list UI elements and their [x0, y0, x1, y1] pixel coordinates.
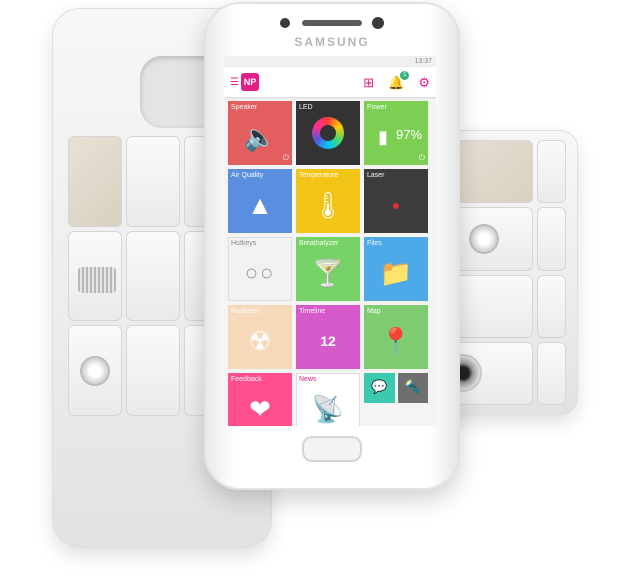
- gear-icon[interactable]: ⚙: [418, 76, 430, 89]
- product-photo: SAMSUNG 13:37 ☰ NP ⊞ 🔔 1 ⚙ Speaker 🔈 ⏻ L…: [0, 0, 617, 578]
- plus-square-icon[interactable]: ⊞: [363, 76, 374, 89]
- tile-map[interactable]: Map 📍: [364, 305, 428, 369]
- power-icon[interactable]: ⏻: [283, 153, 289, 163]
- app-bar: ☰ NP ⊞ 🔔 1 ⚙: [224, 67, 436, 97]
- tile-files[interactable]: Files 📁: [364, 237, 428, 301]
- tile-label: Laser: [367, 172, 385, 179]
- tile-breathalyzer[interactable]: Breathalyzer 🍸: [296, 237, 360, 301]
- heart-icon: ❤: [249, 394, 271, 424]
- tile-feedback[interactable]: Feedback ❤: [228, 373, 292, 426]
- calendar-icon: 12: [296, 323, 360, 359]
- home-button[interactable]: [302, 436, 362, 462]
- hamburger-icon[interactable]: ☰: [230, 77, 239, 88]
- power-icon[interactable]: ⏻: [419, 153, 425, 163]
- flashlight-icon: 🔦: [404, 379, 421, 394]
- calendar-day: 12: [320, 333, 336, 349]
- app-logo[interactable]: NP: [240, 73, 259, 91]
- speaker-grille-icon: [471, 225, 498, 252]
- module-slot: [536, 207, 566, 271]
- tile-temperature[interactable]: Temperature 🌡: [296, 169, 360, 233]
- tile-label: Timeline: [299, 308, 326, 315]
- tile-speaker[interactable]: Speaker 🔈 ⏻: [228, 101, 292, 165]
- radiation-icon: ☢: [248, 326, 272, 356]
- tile-label: Radiation: [231, 308, 261, 315]
- module-fingerprint: [68, 136, 122, 227]
- module-slot: [126, 136, 180, 227]
- module-slot: [126, 325, 180, 416]
- tile-led[interactable]: LED: [296, 101, 360, 165]
- module-slot: [536, 274, 566, 338]
- pyramid-icon: ▲: [247, 190, 273, 220]
- sensor-icon: [280, 18, 290, 28]
- battery-value: 97%: [395, 127, 422, 142]
- module-slot: [536, 140, 566, 204]
- antenna-icon: 📡: [311, 394, 345, 424]
- tile-label: News: [299, 376, 317, 383]
- tile-radiation[interactable]: Radiation ☢: [228, 305, 292, 369]
- notification-badge: 1: [400, 70, 410, 80]
- earpiece: [302, 20, 362, 26]
- tile-air-quality[interactable]: Air Quality ▲: [228, 169, 292, 233]
- tile-grid: Speaker 🔈 ⏻ LED Power ▮ 97% ⏻ Air Qualit…: [224, 97, 436, 426]
- module-slot: [536, 341, 566, 405]
- tile-news[interactable]: News 📡: [296, 373, 360, 426]
- tile-power[interactable]: Power ▮ 97% ⏻: [364, 101, 428, 165]
- front-camera-icon: [372, 17, 384, 29]
- module-speaker: [68, 325, 122, 416]
- color-wheel-icon: [312, 117, 344, 149]
- cocktail-icon: 🍸: [311, 258, 345, 288]
- speaker-grille-icon: [82, 357, 108, 384]
- laser-dot-icon: ●: [391, 197, 401, 213]
- bell-icon[interactable]: 🔔 1: [388, 70, 410, 89]
- tile-label: Feedback: [231, 376, 262, 383]
- status-time: 13:37: [414, 58, 432, 65]
- tile-label: Map: [367, 308, 381, 315]
- app-screen: 13:37 ☰ NP ⊞ 🔔 1 ⚙ Speaker 🔈 ⏻ LED Power…: [224, 56, 436, 426]
- tile-timeline[interactable]: Timeline 12: [296, 305, 360, 369]
- speaker-icon: 🔈: [243, 122, 277, 152]
- tile-label: Breathalyzer: [299, 240, 339, 247]
- tile-laser[interactable]: Laser ●: [364, 169, 428, 233]
- tile-hotkeys[interactable]: Hotkeys ○○: [228, 237, 292, 301]
- tile-label: Air Quality: [231, 172, 264, 179]
- map-pin-icon: 📍: [379, 326, 413, 356]
- tile-label: Speaker: [231, 104, 258, 111]
- tile-label: Hotkeys: [231, 240, 257, 247]
- tile-label: LED: [299, 104, 313, 111]
- status-bar: 13:37: [224, 56, 436, 67]
- tile-label: Power: [367, 104, 387, 111]
- mini-tile-row: 💬 🔦: [364, 373, 428, 426]
- phone: SAMSUNG 13:37 ☰ NP ⊞ 🔔 1 ⚙ Speaker 🔈 ⏻ L…: [204, 2, 460, 490]
- module-laser: [68, 230, 122, 322]
- brand-label: SAMSUNG: [294, 35, 370, 49]
- two-circles-icon: ○○: [244, 260, 276, 285]
- tile-chat[interactable]: 💬: [364, 373, 395, 403]
- thermometer-icon: 🌡: [311, 190, 345, 220]
- tile-flashlight[interactable]: 🔦: [397, 373, 428, 403]
- module-slot: [126, 230, 180, 322]
- chat-icon: 💬: [371, 379, 388, 394]
- folder-icon: 📁: [379, 258, 413, 288]
- tile-label: Files: [367, 240, 382, 247]
- tile-label: Temperature: [299, 172, 339, 179]
